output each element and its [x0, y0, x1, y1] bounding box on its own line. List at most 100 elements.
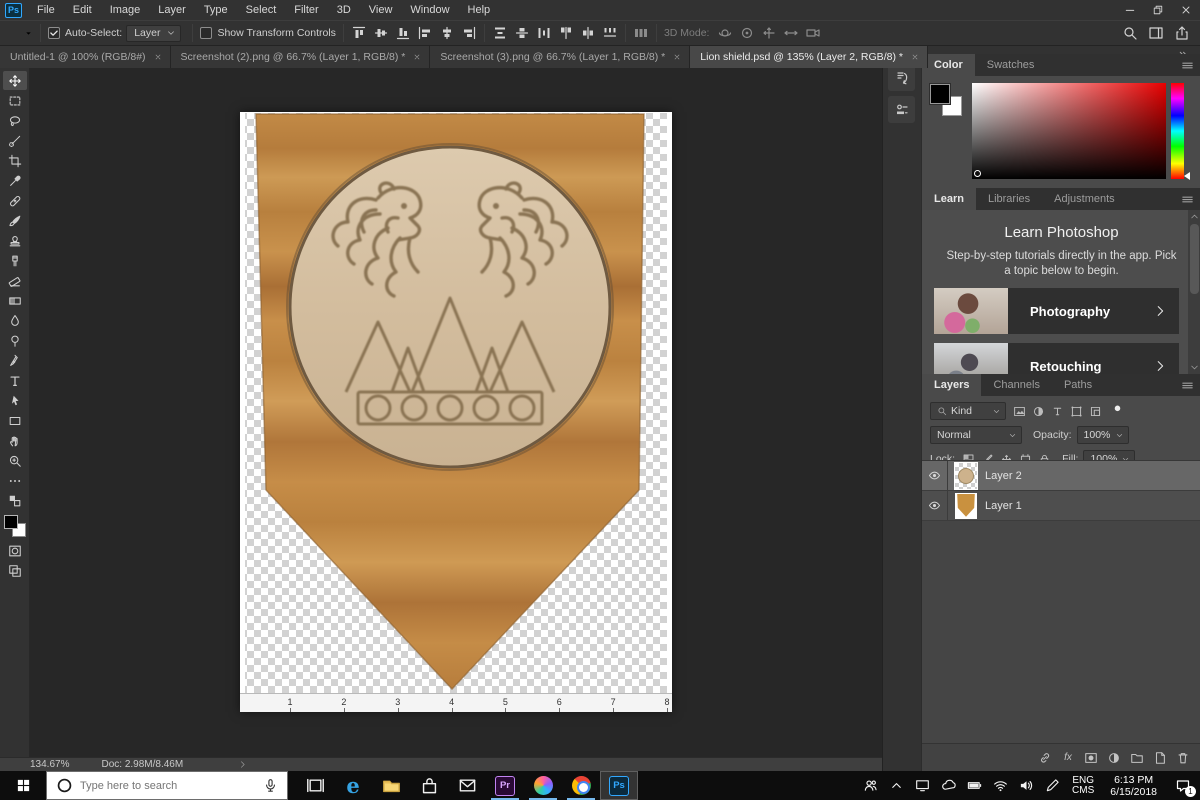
close-icon[interactable]	[911, 53, 919, 61]
3d-pan-icon[interactable]	[761, 25, 777, 41]
start-button[interactable]	[0, 771, 46, 800]
shape-layer-filter-icon[interactable]	[1068, 403, 1085, 419]
menu-layer[interactable]: Layer	[149, 0, 195, 20]
path-selection-tool[interactable]	[3, 391, 27, 410]
edit-toolbar[interactable]	[3, 471, 27, 490]
layer-name[interactable]: Layer 1	[985, 500, 1022, 512]
new-group-icon[interactable]	[1129, 750, 1145, 765]
color-cursor[interactable]	[974, 170, 981, 177]
taskbar-paint3d-button[interactable]	[524, 771, 562, 800]
3d-slide-icon[interactable]	[783, 25, 799, 41]
language-indicator[interactable]: ENG CMS	[1065, 776, 1101, 796]
taskbar-edge-button[interactable]: e	[334, 771, 372, 800]
screen-mode[interactable]	[3, 561, 27, 580]
layer-name[interactable]: Layer 2	[985, 470, 1022, 482]
distribute-left-edges-icon[interactable]	[558, 25, 574, 41]
new-layer-icon[interactable]	[1152, 750, 1168, 765]
align-top-edges-icon[interactable]	[351, 25, 367, 41]
3d-camera-icon[interactable]	[805, 25, 821, 41]
foreground-background-colors[interactable]	[3, 514, 27, 538]
canvas-area[interactable]: 12345678	[30, 68, 882, 757]
tab-adjustments[interactable]: Adjustments	[1042, 188, 1127, 210]
panel-menu-icon[interactable]	[1180, 378, 1195, 393]
tab-libraries[interactable]: Libraries	[976, 188, 1042, 210]
lasso-tool[interactable]	[3, 111, 27, 130]
layer-visibility-toggle[interactable]	[922, 491, 948, 521]
layer-thumbnail[interactable]	[955, 493, 977, 519]
blur-tool[interactable]	[3, 311, 27, 330]
taskbar-photoshop-button[interactable]: Ps	[600, 771, 638, 800]
move-tool-icon[interactable]	[8, 25, 24, 41]
menu-type[interactable]: Type	[195, 0, 237, 20]
delete-layer-icon[interactable]	[1175, 750, 1191, 765]
taskbar-chrome-button[interactable]	[562, 771, 600, 800]
link-layers-icon[interactable]	[1037, 750, 1053, 765]
brush-tool[interactable]	[3, 211, 27, 230]
close-button[interactable]	[1172, 0, 1200, 20]
close-icon[interactable]	[154, 53, 162, 61]
menu-edit[interactable]: Edit	[64, 0, 101, 20]
document-tab[interactable]: Screenshot (3).png @ 66.7% (Layer 1, RGB…	[430, 46, 690, 68]
zoom-level[interactable]: 134.67%	[30, 759, 69, 770]
learn-topic-photography[interactable]: Photography	[934, 288, 1179, 334]
minimize-button[interactable]	[1116, 0, 1144, 20]
type-tool[interactable]	[3, 371, 27, 390]
tray-people-icon[interactable]	[857, 771, 883, 800]
tray-display-icon[interactable]	[909, 771, 935, 800]
hand-tool[interactable]	[3, 431, 27, 450]
menu-image[interactable]: Image	[101, 0, 150, 20]
layer-thumbnail[interactable]	[955, 463, 977, 489]
layer-filter-dropdown[interactable]: Kind	[930, 402, 1006, 420]
layer-visibility-toggle[interactable]	[922, 461, 948, 491]
rectangular-marquee-tool[interactable]	[3, 91, 27, 110]
chevron-right-icon[interactable]	[238, 760, 247, 769]
properties-panel-button[interactable]	[888, 96, 915, 123]
tab-swatches[interactable]: Swatches	[975, 54, 1047, 76]
close-icon[interactable]	[673, 53, 681, 61]
move-tool[interactable]	[3, 71, 27, 90]
layer-row[interactable]: Layer 1	[922, 491, 1200, 521]
add-layer-mask-icon[interactable]	[1083, 750, 1099, 765]
menu-help[interactable]: Help	[459, 0, 500, 20]
align-left-edges-icon[interactable]	[417, 25, 433, 41]
menu-view[interactable]: View	[360, 0, 402, 20]
foreground-background-swatches[interactable]	[930, 84, 966, 120]
panel-menu-icon[interactable]	[1180, 192, 1195, 207]
spot-healing-brush-tool[interactable]	[3, 191, 27, 210]
menu-file[interactable]: File	[28, 0, 64, 20]
document-canvas[interactable]: 12345678	[240, 112, 672, 712]
tab-paths[interactable]: Paths	[1052, 374, 1104, 396]
tab-channels[interactable]: Channels	[981, 374, 1051, 396]
tab-color[interactable]: Color	[922, 54, 975, 76]
align-vertical-centers-icon[interactable]	[373, 25, 389, 41]
hue-slider-marker[interactable]	[1184, 172, 1190, 180]
scroll-up-icon[interactable]	[1189, 211, 1200, 222]
pen-tool[interactable]	[3, 351, 27, 370]
taskbar-store-button[interactable]	[410, 771, 448, 800]
3d-roll-icon[interactable]	[739, 25, 755, 41]
align-bottom-edges-icon[interactable]	[395, 25, 411, 41]
align-right-edges-icon[interactable]	[461, 25, 477, 41]
dodge-tool[interactable]	[3, 331, 27, 350]
3d-orbit-icon[interactable]	[717, 25, 733, 41]
history-brush-tool[interactable]	[3, 251, 27, 270]
document-tab[interactable]: Lion shield.psd @ 135% (Layer 2, RGB/8) …	[690, 46, 928, 68]
close-icon[interactable]	[413, 53, 421, 61]
auto-select-checkbox[interactable]	[48, 27, 60, 39]
tab-learn[interactable]: Learn	[922, 188, 976, 210]
clock[interactable]: 6:13 PM 6/15/2018	[1101, 774, 1166, 798]
menu-select[interactable]: Select	[237, 0, 286, 20]
blend-mode-dropdown[interactable]: Normal	[930, 426, 1022, 444]
distribute-horizontal-centers-icon[interactable]	[580, 25, 596, 41]
distribute-right-edges-icon[interactable]	[602, 25, 618, 41]
distribute-vertical-centers-icon[interactable]	[514, 25, 530, 41]
tray-onedrive-icon[interactable]	[935, 771, 961, 800]
taskbar-file-explorer-button[interactable]	[372, 771, 410, 800]
scrollbar-thumb[interactable]	[1190, 224, 1199, 294]
tray-chevron-up-icon[interactable]	[883, 771, 909, 800]
eyedropper-tool[interactable]	[3, 171, 27, 190]
opacity-dropdown[interactable]: 100%	[1077, 426, 1129, 444]
align-horizontal-centers-icon[interactable]	[439, 25, 455, 41]
gradient-tool[interactable]	[3, 291, 27, 310]
hue-slider[interactable]	[1171, 83, 1184, 179]
